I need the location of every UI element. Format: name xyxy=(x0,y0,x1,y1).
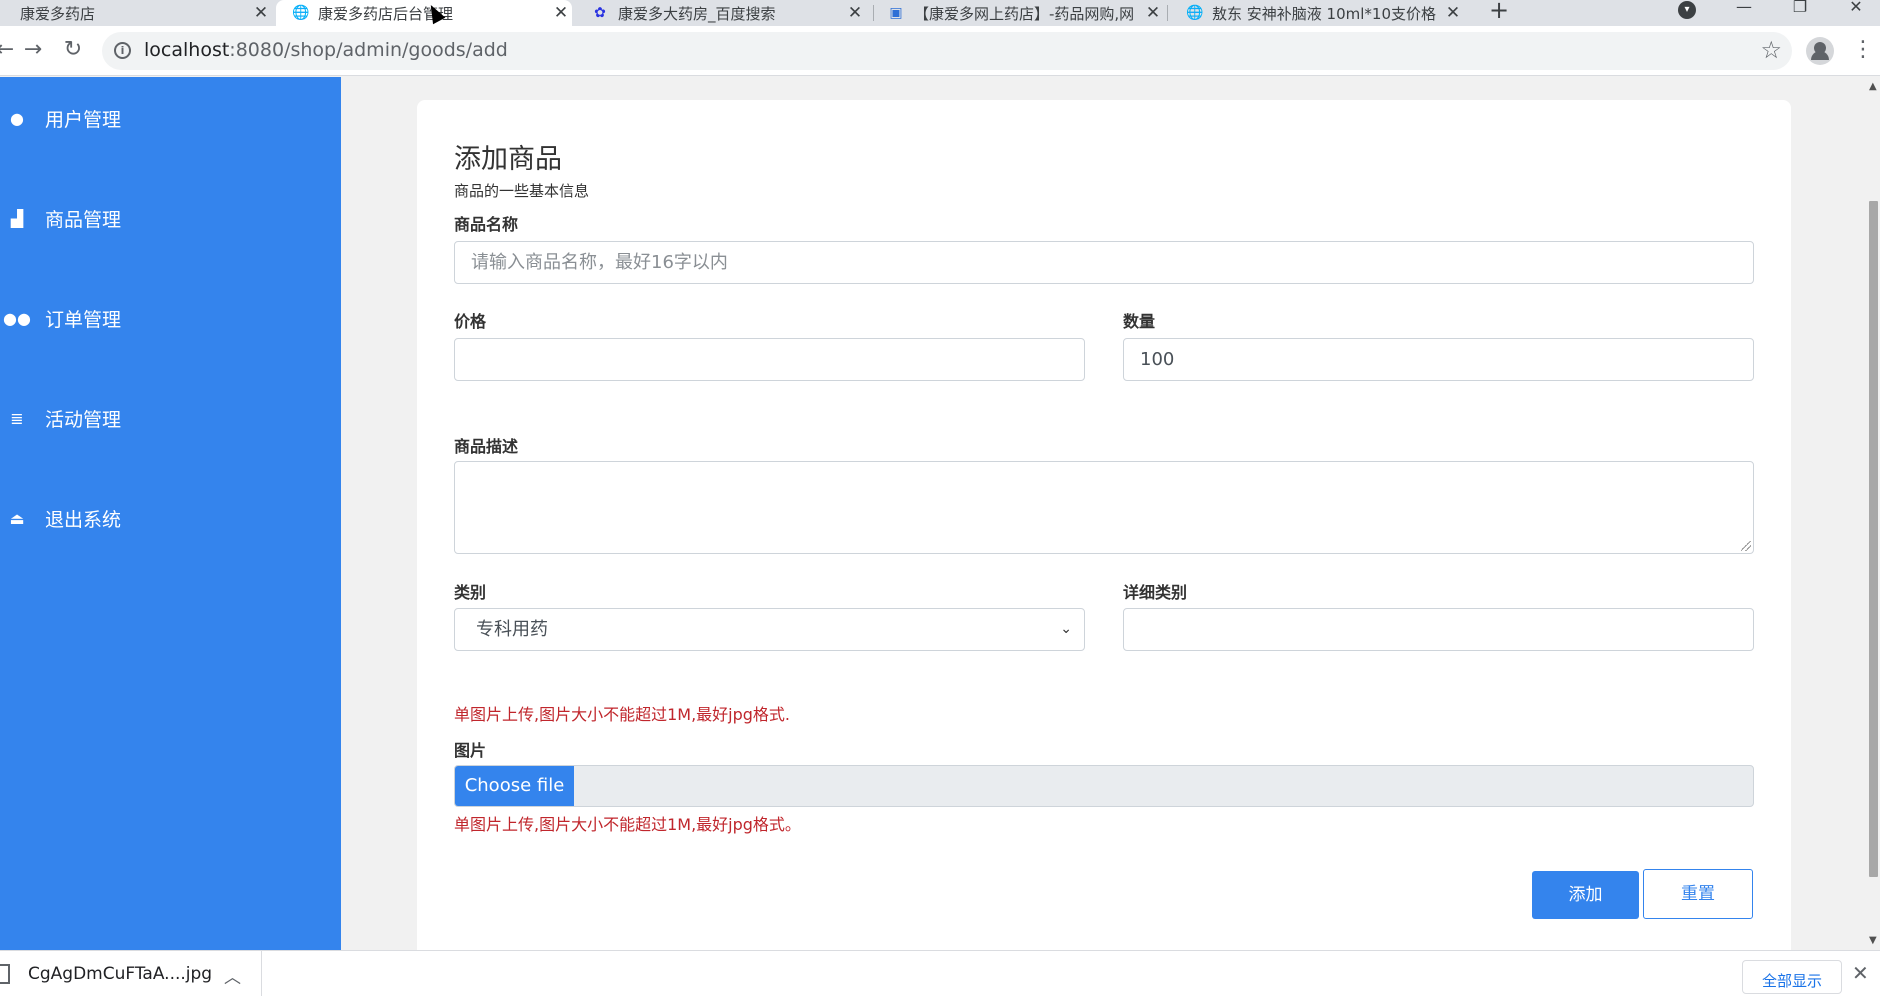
page-subtitle: 商品的一些基本信息 xyxy=(454,182,590,200)
tab-close-icon[interactable]: ✕ xyxy=(1442,3,1464,23)
sidebar-item-label: 活动管理 xyxy=(45,408,122,431)
tab-title: 康爱多药店 xyxy=(20,4,96,23)
scrollbar-thumb[interactable] xyxy=(1869,201,1878,877)
image-file-input[interactable]: Choose file xyxy=(454,765,1754,807)
image-label: 图片 xyxy=(454,741,487,760)
quantity-label: 数量 xyxy=(1123,312,1156,331)
category-select[interactable]: 专科用药 ⌄ xyxy=(454,608,1085,651)
chevron-down-icon: ⌄ xyxy=(1060,621,1072,637)
reset-button[interactable]: 重置 xyxy=(1643,869,1753,919)
sidebar-item-label: 用户管理 xyxy=(45,108,122,131)
window-close-icon[interactable]: ✕ xyxy=(1836,0,1876,26)
image-hint-bottom: 单图片上传,图片大小不能超过1M,最好jpg格式。 xyxy=(454,815,801,834)
show-all-downloads-button[interactable]: 全部显示 xyxy=(1742,960,1842,994)
goods-name-input[interactable]: 请输入商品名称，最好16字以内 xyxy=(454,241,1754,284)
browser-tab-strip: 康爱多药店 ✕ 🌐 康爱多药店后台管理 ✕ ✿ 康爱多大药房_百度搜索 ✕ ▣ … xyxy=(0,0,1880,26)
eject-icon: ⏏ xyxy=(9,508,25,528)
choose-file-button[interactable]: Choose file xyxy=(455,766,574,806)
price-input[interactable] xyxy=(454,338,1085,381)
category-label: 类别 xyxy=(454,583,487,602)
database-icon: ≣ xyxy=(10,408,24,428)
tab-close-icon[interactable]: ✕ xyxy=(250,3,272,23)
sidebar-item-orders[interactable]: ●● 订单管理 xyxy=(0,293,341,343)
browser-tab[interactable]: 康爱多药店 ✕ xyxy=(0,0,272,26)
browser-tab[interactable]: ✿ 康爱多大药房_百度搜索 ✕ xyxy=(576,0,866,26)
sidebar-item-activities[interactable]: ≣ 活动管理 xyxy=(0,393,341,443)
tab-close-icon[interactable]: ✕ xyxy=(844,3,866,23)
sidebar-item-label: 商品管理 xyxy=(45,208,122,231)
url-path: :8080/shop/admin/goods/add xyxy=(229,39,508,61)
sidebar-item-users[interactable]: ● 用户管理 xyxy=(0,93,341,143)
tab-separator xyxy=(1167,5,1168,21)
resize-grip-icon[interactable] xyxy=(1741,541,1751,551)
profile-avatar-icon[interactable] xyxy=(1806,37,1834,65)
image-hint-top: 单图片上传,图片大小不能超过1M,最好jpg格式. xyxy=(454,705,791,724)
browser-menu-icon[interactable]: ⋮ xyxy=(1852,38,1874,64)
user-icon: ● xyxy=(10,108,24,128)
bar-chart-icon: ▟ xyxy=(10,208,24,228)
price-label: 价格 xyxy=(454,312,487,331)
goods-name-label: 商品名称 xyxy=(454,215,519,234)
main-content: 添加商品 商品的一些基本信息 商品名称 请输入商品名称，最好16字以内 价格 数… xyxy=(341,77,1867,950)
description-label: 商品描述 xyxy=(454,437,519,456)
bookmark-star-icon[interactable]: ☆ xyxy=(1760,36,1782,64)
baidu-paw-icon: ✿ xyxy=(594,5,606,21)
file-icon xyxy=(0,964,10,984)
tab-search-icon[interactable]: ▾ xyxy=(1678,1,1696,19)
scroll-down-icon[interactable]: ▼ xyxy=(1869,935,1877,946)
sidebar-item-logout[interactable]: ⏏ 退出系统 xyxy=(0,493,341,543)
download-shelf: CgAgDmCuFTaA....jpg ︿ 全部显示 ✕ xyxy=(0,950,1880,996)
new-tab-button[interactable]: + xyxy=(1486,0,1512,26)
page-scrollbar[interactable]: ▲ ▼ xyxy=(1867,77,1880,950)
sidebar-item-label: 退出系统 xyxy=(45,508,122,531)
chevron-up-icon[interactable]: ︿ xyxy=(224,963,241,988)
restore-icon[interactable]: ❐ xyxy=(1780,0,1820,26)
forward-arrow-icon[interactable]: → xyxy=(20,38,46,64)
users-icon: ●● xyxy=(3,308,31,328)
download-item[interactable]: CgAgDmCuFTaA....jpg ︿ xyxy=(0,951,262,996)
add-goods-card: 添加商品 商品的一些基本信息 商品名称 请输入商品名称，最好16字以内 价格 数… xyxy=(417,100,1791,950)
tab-close-icon[interactable]: ✕ xyxy=(550,3,572,23)
tab-separator xyxy=(873,5,874,21)
url-text: localhost:8080/shop/admin/goods/add xyxy=(144,39,508,61)
sidebar-item-label: 订单管理 xyxy=(45,308,122,331)
url-host: localhost xyxy=(144,39,230,61)
tab-close-icon[interactable]: ✕ xyxy=(1142,3,1164,23)
admin-sidebar: ● 用户管理 ▟ 商品管理 ●● 订单管理 ≣ 活动管理 ⏏ 退出系统 xyxy=(0,77,341,950)
reload-icon[interactable]: ↻ xyxy=(60,38,86,64)
add-button[interactable]: 添加 xyxy=(1532,871,1639,919)
tab-title: 【康爱多网上药店】-药品网购,网 xyxy=(914,4,1135,23)
detail-category-input[interactable] xyxy=(1123,608,1754,651)
tab-title: 敖东 安神补脑液 10ml*10支价格 xyxy=(1212,4,1436,23)
browser-tab[interactable]: 🌐 敖东 安神补脑液 10ml*10支价格 ✕ xyxy=(1170,0,1464,26)
quantity-input[interactable]: 100 xyxy=(1123,338,1754,381)
globe-icon: 🌐 xyxy=(1186,5,1204,21)
address-bar[interactable]: i localhost:8080/shop/admin/goods/add ☆ xyxy=(102,32,1792,70)
back-arrow-icon[interactable]: ← xyxy=(0,38,18,64)
browser-tab-active[interactable]: 🌐 康爱多药店后台管理 ✕ xyxy=(276,0,572,26)
scroll-up-icon[interactable]: ▲ xyxy=(1869,81,1877,92)
download-file-name: CgAgDmCuFTaA....jpg xyxy=(28,964,213,984)
page-title: 添加商品 xyxy=(454,144,562,175)
minimize-icon[interactable]: — xyxy=(1724,0,1764,26)
description-textarea[interactable] xyxy=(454,461,1754,554)
browser-tab[interactable]: ▣ 【康爱多网上药店】-药品网购,网 ✕ xyxy=(876,0,1164,26)
tab-title: 康爱多大药房_百度搜索 xyxy=(618,4,776,23)
browser-toolbar: ← → ↻ i localhost:8080/shop/admin/goods/… xyxy=(0,26,1880,76)
detail-category-label: 详细类别 xyxy=(1123,583,1188,602)
globe-icon: 🌐 xyxy=(292,5,310,21)
site-info-icon[interactable]: i xyxy=(114,42,131,59)
close-download-bar-icon[interactable]: ✕ xyxy=(1852,961,1869,985)
sidebar-item-goods[interactable]: ▟ 商品管理 xyxy=(0,193,341,243)
page-icon: ▣ xyxy=(889,5,903,21)
category-selected-value: 专科用药 xyxy=(476,619,548,640)
